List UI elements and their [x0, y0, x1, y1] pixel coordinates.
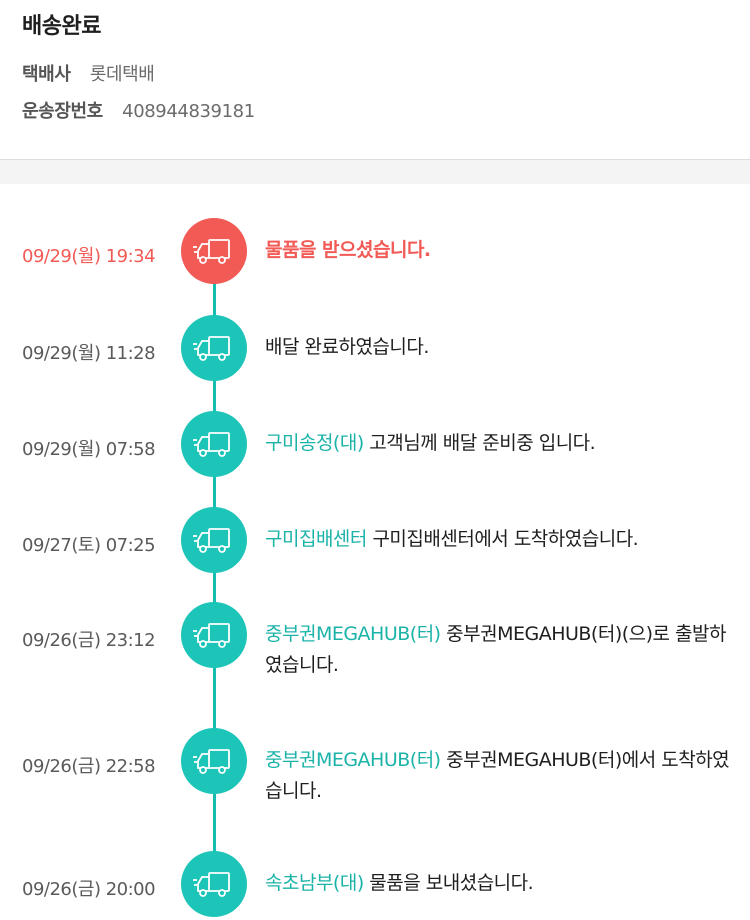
event-text: 배달 완료하였습니다. — [265, 336, 429, 358]
event-time: 09/29(월) 07:58 — [22, 439, 156, 460]
event-message: 속초남부(대) 물품을 보내셨습니다. — [265, 868, 735, 899]
event-message: 구미집배센터 구미집배센터에서 도착하였습니다. — [265, 524, 735, 555]
event-text: 고객님께 배달 준비중 입니다. — [369, 432, 596, 454]
event-time: 09/29(월) 11:28 — [22, 343, 156, 364]
truck-icon — [181, 507, 247, 573]
carrier-row: 택배사 롯데택배 — [22, 60, 155, 86]
event-time: 09/26(금) 20:00 — [22, 879, 156, 900]
truck-icon — [181, 411, 247, 477]
truck-icon — [181, 315, 247, 381]
event-text: 구미집배센터에서 도착하였습니다. — [372, 528, 639, 550]
delivery-header: 배송완료 택배사 롯데택배 운송장번호 408944839181 — [0, 0, 750, 160]
event-message: 물품을 받으셨습니다. — [265, 235, 735, 266]
event-time: 09/26(금) 22:58 — [22, 756, 156, 777]
delivery-status-title: 배송완료 — [22, 14, 101, 39]
event-time: 09/26(금) 23:12 — [22, 630, 156, 651]
event-time: 09/29(월) 19:34 — [22, 246, 156, 267]
event-message: 중부권MEGAHUB(터) 중부권MEGAHUB(터)에서 도착하였습니다. — [265, 745, 735, 807]
truck-icon — [181, 218, 247, 284]
event-time: 09/27(토) 07:25 — [22, 535, 156, 556]
event-location: 구미송정(대) — [265, 432, 364, 454]
invoice-number: 408944839181 — [122, 101, 255, 122]
tracking-timeline: 09/29(월) 19:34 물품을 받으셨습니다. 09/29(월) 11:2… — [0, 184, 750, 920]
event-message: 중부권MEGAHUB(터) 중부권MEGAHUB(터)(으)로 출발하였습니다. — [265, 619, 735, 681]
truck-icon — [181, 602, 247, 668]
event-location: 중부권MEGAHUB(터) — [265, 749, 441, 771]
event-location: 중부권MEGAHUB(터) — [265, 623, 441, 645]
carrier-label: 택배사 — [22, 64, 71, 85]
truck-icon — [181, 728, 247, 794]
carrier-value: 롯데택배 — [89, 64, 155, 85]
event-location: 속초남부(대) — [265, 872, 364, 894]
event-location: 구미집배센터 — [265, 528, 367, 550]
event-message: 배달 완료하였습니다. — [265, 332, 735, 363]
invoice-label: 운송장번호 — [22, 101, 103, 122]
section-divider — [0, 160, 750, 184]
event-text: 물품을 보내셨습니다. — [369, 872, 534, 894]
event-text: 물품을 받으셨습니다. — [265, 239, 431, 261]
invoice-row: 운송장번호 408944839181 — [22, 97, 255, 123]
event-message: 구미송정(대) 고객님께 배달 준비중 입니다. — [265, 428, 735, 459]
truck-icon — [181, 851, 247, 917]
